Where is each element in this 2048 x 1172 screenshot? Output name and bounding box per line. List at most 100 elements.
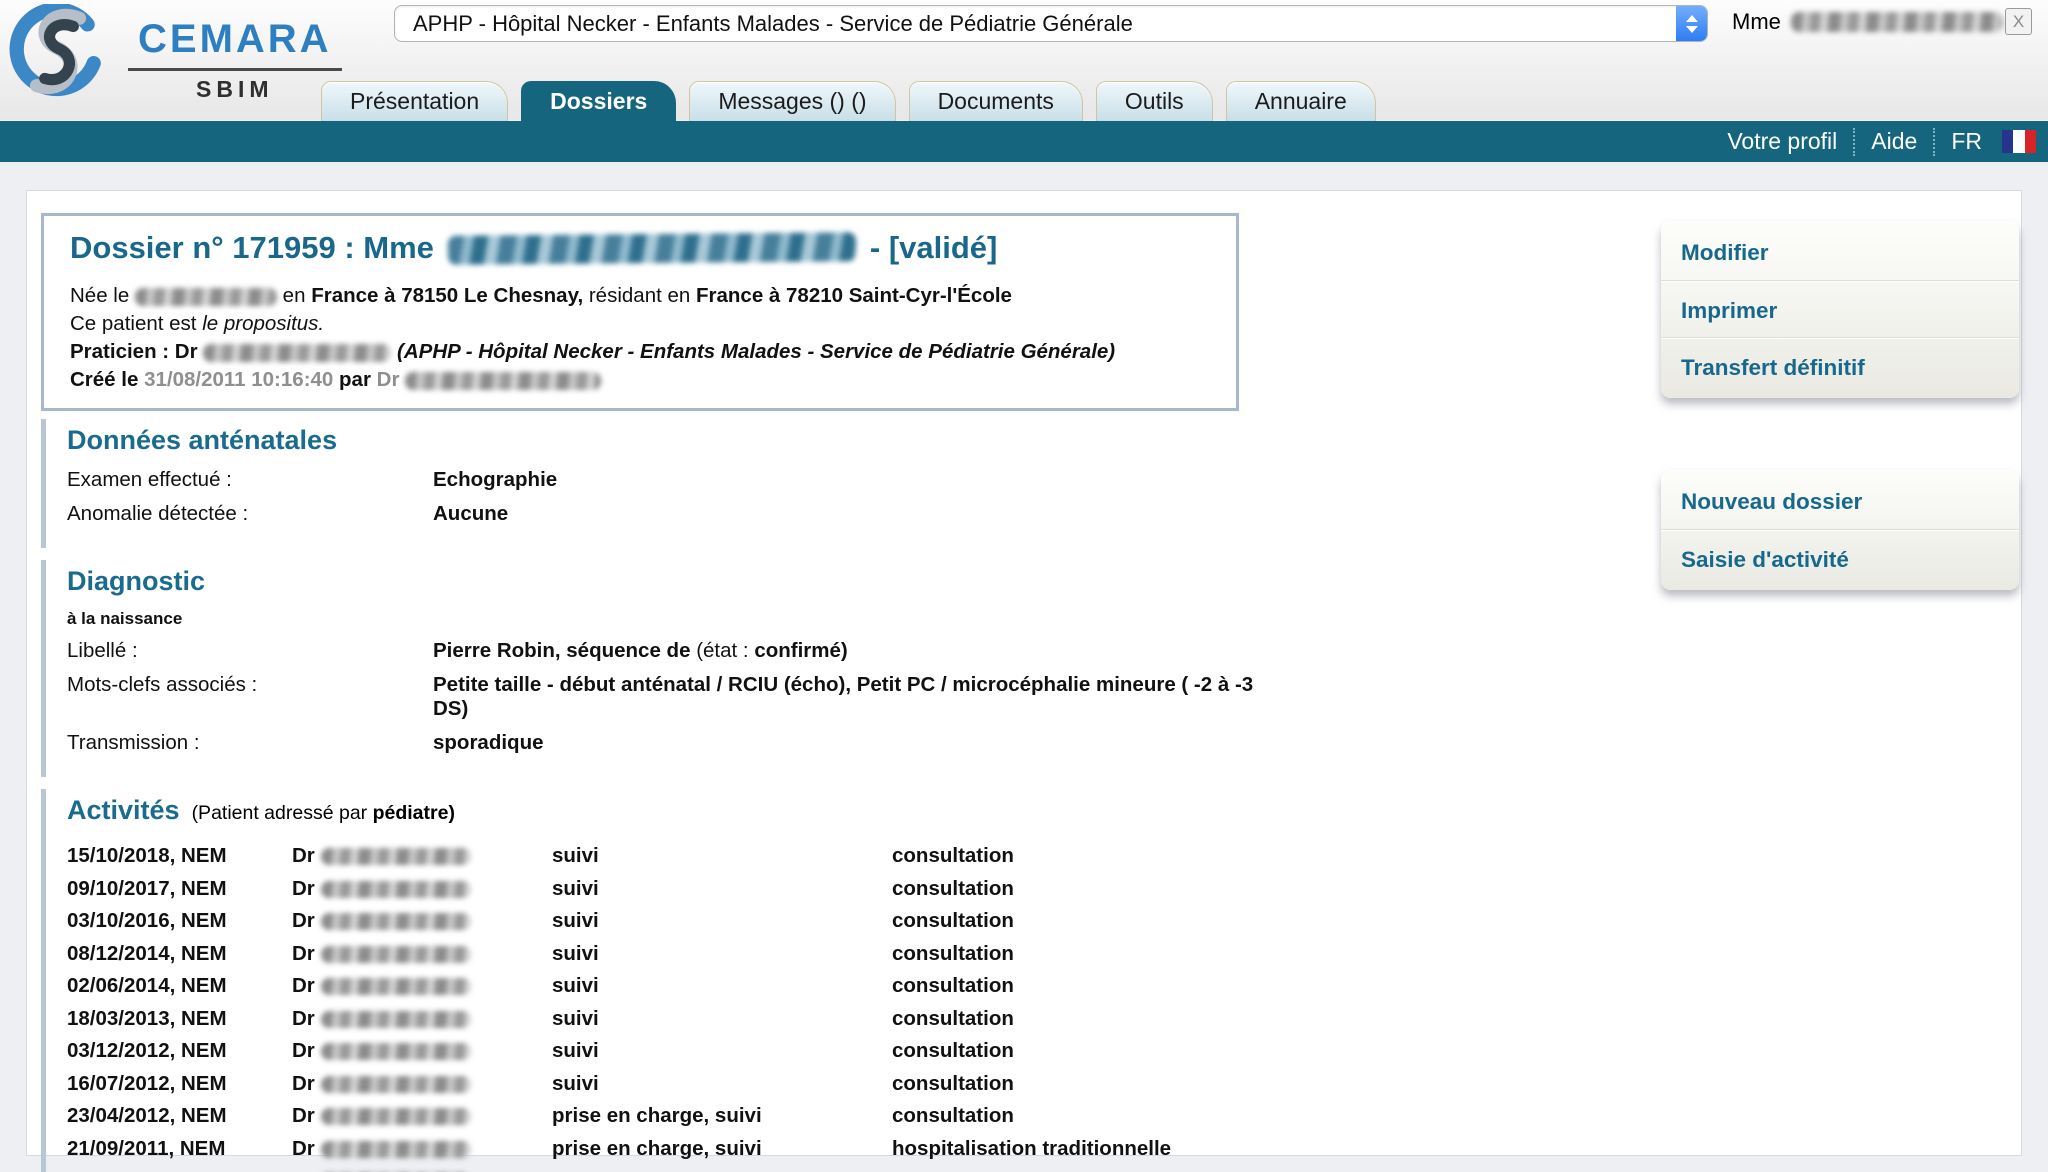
tab-label: Outils (1125, 88, 1184, 115)
activities-subtitle-prefix: (Patient adressé par (192, 802, 368, 824)
create-actions-panel: Nouveau dossier Saisie d'activité (1661, 470, 2019, 590)
diagnostic-row: Mots-clefs associés : Petite taille - dé… (67, 673, 1281, 721)
user-title-prefix: Mme (1732, 9, 1781, 35)
activity-type: consultation (892, 1072, 1281, 1096)
saisie-activite-button[interactable]: Saisie d'activité (1661, 530, 2019, 587)
doctor-prefix: Dr (292, 909, 315, 932)
cemara-logo-icon (6, 4, 108, 106)
activity-row: 16/07/2012, NEM Dr suivi consultation (67, 1068, 1281, 1101)
activity-doctor: Dr (292, 1039, 552, 1063)
imprimer-button[interactable]: Imprimer (1661, 281, 2019, 338)
activity-date: 23/04/2012, NEM (67, 1104, 292, 1128)
french-flag-icon[interactable] (2002, 130, 2036, 153)
tab-bar: Présentation Dossiers Messages () () Doc… (321, 81, 1376, 121)
field-value: Petite taille - début anténatal / RCIU (… (433, 673, 1265, 721)
doctor-prefix: Dr (292, 1039, 315, 1062)
field-value: Echographie (433, 468, 1265, 492)
redacted-doctor-name (321, 913, 471, 930)
brand-block: CEMARA SBIM (128, 17, 342, 103)
activity-doctor: Dr (292, 1137, 552, 1161)
birth-line: Née le en France à 78150 Le Chesnay, rés… (70, 282, 1210, 310)
redacted-creator-name (405, 372, 601, 390)
user-info: Mme (1732, 9, 2003, 35)
help-link[interactable]: Aide (1853, 128, 1933, 156)
redacted-birth-date (135, 288, 277, 306)
activity-doctor: Dr (292, 1104, 552, 1128)
activity-date: 09/10/2017, NEM (67, 877, 292, 901)
practitioner-organisation: (APHP - Hôpital Necker - Enfants Malades… (397, 340, 1115, 363)
dossier-header-box: Dossier n° 171959 : Mme - [validé] Née l… (41, 213, 1239, 411)
doctor-prefix: Dr (292, 974, 315, 997)
activity-date: 02/06/2014, NEM (67, 974, 292, 998)
section-diagnostic-title: Diagnostic (67, 566, 1281, 597)
utility-bar: Votre profil Aide FR (0, 121, 2048, 162)
close-button[interactable]: X (2005, 8, 2032, 35)
propositus-prefix: Ce patient est (70, 312, 197, 335)
tab-label: Présentation (350, 88, 479, 115)
activity-type: consultation (892, 942, 1281, 966)
select-chevrons-icon[interactable] (1676, 6, 1707, 41)
activity-acts: suivi (552, 1039, 892, 1063)
activity-type: consultation (892, 1104, 1281, 1128)
activity-acts: suivi (552, 1007, 892, 1031)
created-by-label: par (339, 368, 371, 391)
activities-subtitle: (Patient adressé par pédiatre) (192, 802, 455, 825)
activity-date: 03/12/2012, NEM (67, 1039, 292, 1063)
activity-row: 09/10/2017, NEM Dr suivi consultation (67, 873, 1281, 906)
doctor-prefix: Dr (292, 942, 315, 965)
tab-label: Dossiers (550, 88, 647, 115)
field-value: Pierre Robin, séquence de (état : confir… (433, 639, 1281, 663)
chevron-down-icon (1686, 26, 1698, 33)
activity-row: 02/06/2014, NEM Dr suivi consultation (67, 970, 1281, 1003)
field-value: sporadique (433, 731, 1265, 755)
tab-presentation[interactable]: Présentation (321, 81, 508, 121)
diagnosis-state: confirmé) (754, 639, 847, 662)
content-area: Dossier n° 171959 : Mme - [validé] Née l… (26, 190, 2022, 1156)
doctor-prefix: Dr (292, 1007, 315, 1030)
tab-annuaire[interactable]: Annuaire (1226, 81, 1376, 121)
activity-doctor: Dr (292, 974, 552, 998)
doctor-prefix: Dr (292, 877, 315, 900)
dossier-title: Dossier n° 171959 : Mme - [validé] (70, 230, 1210, 266)
activity-type: consultation (892, 844, 1281, 868)
dossier-title-prefix: Dossier n° 171959 : Mme (70, 230, 434, 266)
practitioner-label: Praticien : Dr (70, 340, 198, 363)
transfert-definitif-button[interactable]: Transfert définitif (1661, 338, 2019, 395)
logo: CEMARA SBIM (6, 4, 342, 106)
modifier-button[interactable]: Modifier (1661, 224, 2019, 281)
section-activities: Activités (Patient adressé par pédiatre)… (41, 789, 1281, 1172)
doctor-prefix: Dr (292, 1137, 315, 1160)
service-selector[interactable]: APHP - Hôpital Necker - Enfants Malades … (394, 5, 1708, 42)
tab-documents[interactable]: Documents (909, 81, 1083, 121)
activity-type: consultation (892, 877, 1281, 901)
chevron-up-icon (1686, 15, 1698, 22)
field-value: Aucune (433, 502, 1265, 526)
activity-acts: suivi (552, 942, 892, 966)
activity-doctor: Dr (292, 844, 552, 868)
antenatal-row: Examen effectué : Echographie (67, 468, 1281, 492)
diagnostic-row: Transmission : sporadique (67, 731, 1281, 755)
redacted-patient-name (448, 232, 856, 265)
activity-row: 03/10/2016, NEM Dr suivi consultation (67, 905, 1281, 938)
profile-link[interactable]: Votre profil (1711, 128, 1853, 156)
birth-prefix: Née le (70, 284, 129, 307)
page: CEMARA SBIM APHP - Hôpital Necker - Enfa… (0, 0, 2048, 1172)
redacted-doctor-name (321, 978, 471, 995)
birth-place: France à 78150 Le Chesnay, (311, 284, 583, 307)
activity-row: 23/04/2012, NEM Dr prise en charge, suiv… (67, 1100, 1281, 1133)
redacted-doctor-name (321, 1076, 471, 1093)
redacted-doctor-name (321, 848, 471, 865)
tab-messages[interactable]: Messages () () (689, 81, 895, 121)
dossier-actions-panel: Modifier Imprimer Transfert définitif (1661, 221, 2019, 398)
created-doctor-prefix: Dr (377, 368, 400, 391)
sections: Données anténatales Examen effectué : Ec… (41, 419, 1281, 1172)
birth-mid: en (283, 284, 306, 307)
tab-dossiers[interactable]: Dossiers (521, 81, 676, 121)
activity-row: 18/03/2013, NEM Dr suivi consultation (67, 1003, 1281, 1036)
diagnosis-name: Pierre Robin, séquence de (433, 639, 690, 662)
propositus-line: Ce patient est le propositus. (70, 310, 1210, 338)
language-label[interactable]: FR (1933, 128, 1998, 156)
nouveau-dossier-button[interactable]: Nouveau dossier (1661, 473, 2019, 530)
tab-outils[interactable]: Outils (1096, 81, 1213, 121)
activity-date: 18/03/2013, NEM (67, 1007, 292, 1031)
